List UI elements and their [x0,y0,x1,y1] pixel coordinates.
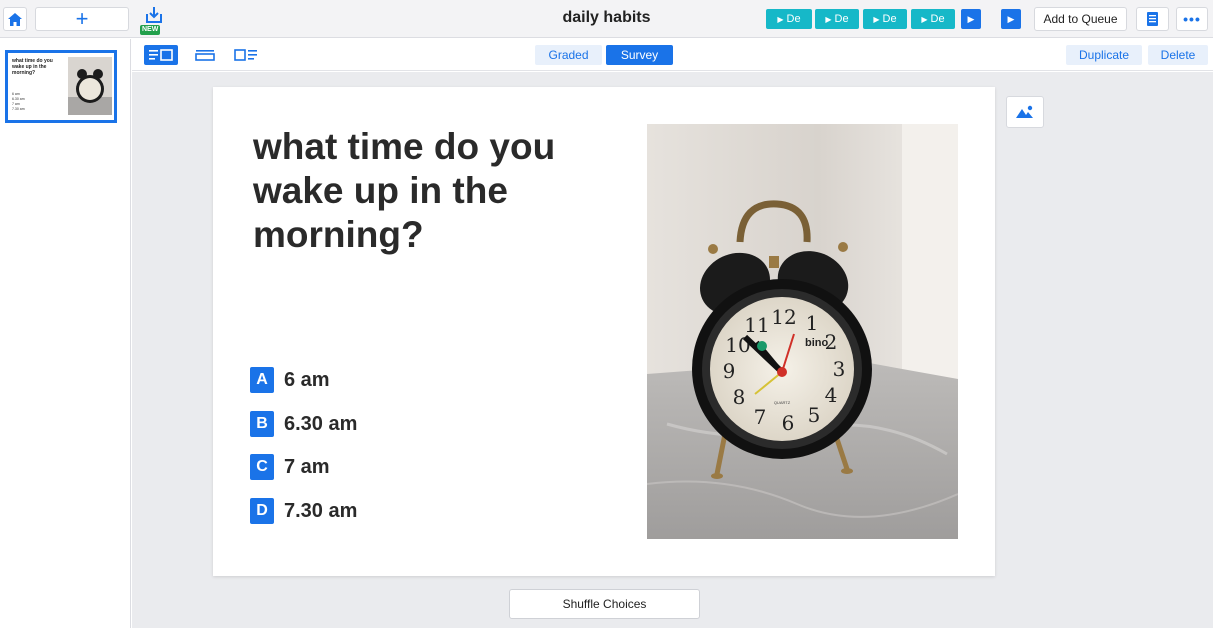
tab-graded[interactable]: Graded [535,45,602,65]
play-button-1[interactable]: ▶ [961,9,981,29]
plus-icon: + [75,6,89,31]
alarm-clock-photo[interactable]: 12 1 2 3 4 5 6 7 8 9 10 11 bino QUARTZ [647,124,958,539]
thumbnail-question: what time do you wake up in the morning? [12,58,53,76]
choice-letter: C [250,454,274,480]
slide-canvas-area: what time do you wake up in the morning?… [132,72,1213,628]
choice-letter: A [250,367,274,393]
play-button-2[interactable]: ▶ [1001,9,1021,29]
choice-text[interactable]: 6 am [284,369,330,392]
choice-letter: B [250,411,274,437]
clock-number: 4 [825,383,838,407]
image-icon [1016,105,1033,118]
play-icon: ▶ [1007,13,1015,24]
thumbnail-choices: 6 am 6.30 am 7 am 7.30 am [12,92,25,112]
stacked-layout-icon [195,50,215,61]
thumbnail-image [68,57,112,115]
present-button-2[interactable]: ▶ De [815,9,859,29]
clock-number: 1 [806,311,819,335]
present-button-4[interactable]: ▶ De [911,9,955,29]
slide-editor: what time do you wake up in the morning?… [213,87,995,576]
choice-letter: D [250,498,274,524]
notes-button[interactable] [1136,7,1169,31]
present-button-label: De [882,13,897,25]
present-button-1[interactable]: ▶ De [766,9,812,29]
clock-face-label: QUARTZ [774,400,791,405]
document-title: daily habits [562,9,651,26]
tab-survey[interactable]: Survey [606,45,673,65]
import-button[interactable]: NEW [140,6,168,36]
slide-thumbnail[interactable]: what time do you wake up in the morning?… [5,50,117,123]
top-toolbar: + NEW daily habits ▶ De ▶ De ▶ De ▶ De ▶… [0,0,1213,38]
play-icon: ▶ [825,14,832,24]
play-icon: ▶ [967,13,975,24]
play-icon: ▶ [873,14,880,24]
clock-number: 7 [754,405,767,429]
home-icon [8,12,22,26]
present-button-label: De [930,13,945,25]
clock-number: 11 [744,313,769,337]
choice-b[interactable]: B 6.30 am [250,411,357,437]
choice-d[interactable]: D 7.30 am [250,498,357,524]
shuffle-choices-button[interactable]: Shuffle Choices [509,589,700,619]
play-icon: ▶ [777,14,784,24]
choice-a[interactable]: A 6 am [250,367,330,393]
layout-image-text-button[interactable] [229,45,263,65]
choice-text[interactable]: 7.30 am [284,500,357,523]
play-icon: ▶ [921,14,928,24]
choice-c[interactable]: C 7 am [250,454,330,480]
clock-number: 9 [723,359,736,383]
question-text[interactable]: what time do you wake up in the morning? [253,125,593,257]
clock-number: 5 [808,403,821,427]
slide-toolbar: Graded Survey Duplicate Delete [132,39,1213,71]
clock-brand: bino [805,337,828,349]
add-slide-button[interactable]: + [35,7,129,31]
present-button-label: De [786,13,801,25]
present-button-3[interactable]: ▶ De [863,9,907,29]
new-badge: NEW [140,25,161,35]
thumbnail-choice: 7.30 am [12,107,25,111]
change-image-button[interactable] [1006,96,1044,128]
image-text-layout-icon [234,49,257,61]
import-download-icon [146,7,162,23]
layout-text-image-button[interactable] [144,45,178,65]
clock-number: 8 [733,385,746,409]
clock-number: 3 [833,357,846,381]
choice-text[interactable]: 7 am [284,456,330,479]
text-image-layout-icon [149,49,173,61]
document-icon [1147,12,1158,26]
more-options-button[interactable]: ••• [1176,7,1208,31]
layout-stacked-button[interactable] [188,45,222,65]
duplicate-button[interactable]: Duplicate [1066,45,1142,65]
add-to-queue-button[interactable]: Add to Queue [1034,7,1127,31]
choice-text[interactable]: 6.30 am [284,413,357,436]
home-button[interactable] [3,7,27,31]
clock-number: 12 [771,305,796,329]
slide-sidebar: what time do you wake up in the morning?… [0,39,131,628]
delete-button[interactable]: Delete [1148,45,1208,65]
present-button-label: De [834,13,849,25]
clock-number: 6 [782,411,795,435]
